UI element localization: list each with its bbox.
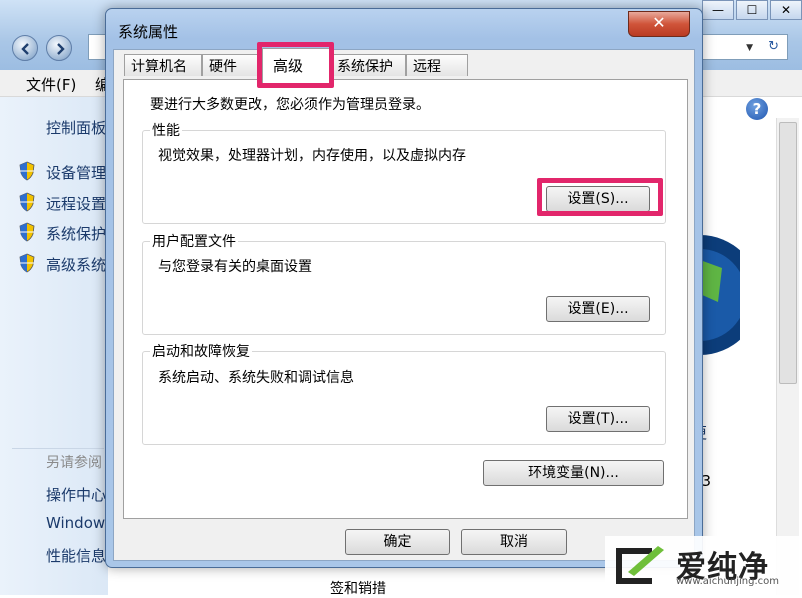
dialog-title: 系统属性	[118, 23, 179, 41]
sidebar-link-device-manager[interactable]: 设备管理	[46, 162, 106, 183]
maximize-window-button[interactable]: ☐	[736, 0, 768, 20]
close-button[interactable]: ✕	[628, 11, 690, 37]
tab-computer-name[interactable]: 计算机名	[124, 54, 202, 76]
arrow-right-icon	[57, 43, 65, 55]
ok-button[interactable]: 确定	[345, 529, 450, 555]
sidebar-link-remote[interactable]: 远程设置	[46, 193, 106, 214]
see-also-link-action-center[interactable]: 操作中心	[46, 484, 106, 505]
shield-icon	[19, 222, 35, 242]
startup-recovery-group-title: 启动和故障恢复	[150, 341, 252, 361]
sidebar-divider	[12, 448, 104, 449]
scrollbar[interactable]	[776, 118, 799, 595]
admin-note: 要进行大多数更改，您必须作为管理员登录。	[150, 97, 430, 113]
environment-variables-button[interactable]: 环境变量(N)...	[483, 460, 664, 486]
arrow-left-icon	[21, 43, 29, 55]
minimize-window-button[interactable]: —	[702, 0, 734, 20]
sidebar-link-control-panel[interactable]: 控制面板	[46, 117, 106, 138]
bottom-text-fragment: 签和销措	[330, 581, 386, 597]
see-also-link-windows[interactable]: Windows	[46, 514, 113, 532]
close-window-button[interactable]: ✕	[770, 0, 802, 20]
watermark-logo-icon	[616, 546, 664, 584]
tab-highlight-box	[257, 42, 334, 88]
see-also-heading: 另请参阅	[46, 455, 102, 471]
close-icon: ✕	[652, 13, 666, 32]
forward-button[interactable]	[46, 35, 72, 61]
back-button[interactable]	[12, 35, 38, 61]
settings-highlight-box	[537, 178, 663, 216]
help-icon[interactable]: ?	[746, 98, 768, 120]
shield-icon	[19, 161, 35, 181]
performance-group-title: 性能	[150, 120, 182, 140]
menu-file[interactable]: 文件(F)	[26, 74, 76, 95]
tab-system-protection[interactable]: 系统保护	[330, 54, 406, 76]
user-profiles-settings-button[interactable]: 设置(E)...	[546, 296, 650, 322]
user-profiles-group-title: 用户配置文件	[150, 231, 238, 251]
startup-recovery-settings-button[interactable]: 设置(T)...	[546, 406, 650, 432]
sidebar-link-protection[interactable]: 系统保护	[46, 223, 106, 244]
scrollbar-thumb[interactable]	[779, 122, 797, 384]
watermark-url: www.aichunjing.com	[676, 576, 779, 587]
sidebar-link-advanced[interactable]: 高级系统	[46, 254, 106, 275]
startup-recovery-description: 系统启动、系统失败和调试信息	[158, 370, 354, 386]
shield-icon	[19, 192, 35, 212]
chevron-down-icon[interactable]: ▼	[746, 43, 753, 53]
performance-description: 视觉效果，处理器计划，内存使用，以及虚拟内存	[158, 148, 466, 164]
refresh-icon[interactable]: ↻	[768, 39, 779, 54]
see-also-link-performance[interactable]: 性能信息	[46, 545, 106, 566]
shield-icon	[19, 253, 35, 273]
tab-hardware[interactable]: 硬件	[202, 54, 262, 76]
cancel-button[interactable]: 取消	[461, 529, 567, 555]
tab-remote[interactable]: 远程	[406, 54, 468, 76]
user-profiles-description: 与您登录有关的桌面设置	[158, 259, 312, 275]
